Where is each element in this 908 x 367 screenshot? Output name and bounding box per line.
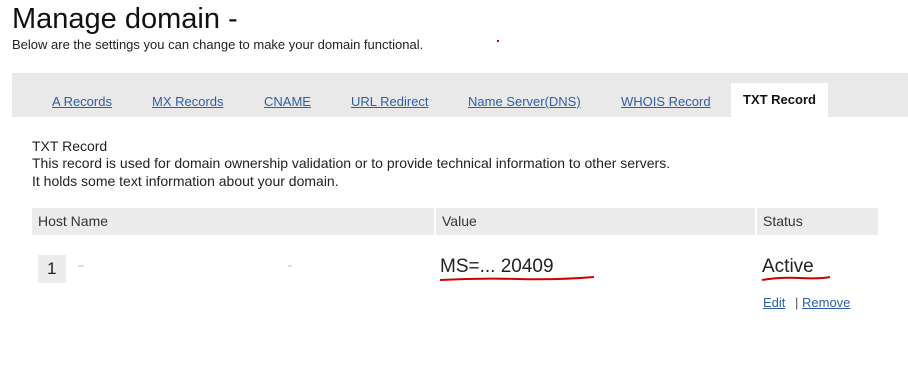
column-header-status: Status <box>757 208 878 235</box>
tab-whois-record[interactable]: WHOIS Record <box>621 94 711 110</box>
tab-url-redirect[interactable]: URL Redirect <box>351 94 429 110</box>
status-annotation-underline <box>761 276 831 281</box>
column-header-host-name: Host Name <box>32 208 434 235</box>
value-annotation-underline <box>439 276 595 281</box>
tab-mx-records[interactable]: MX Records <box>152 94 224 110</box>
edit-link[interactable]: Edit <box>763 295 785 311</box>
section-description-line-2: It holds some text information about you… <box>32 173 339 189</box>
redacted-host-name <box>78 265 84 267</box>
action-separator: | <box>795 295 799 310</box>
tab-txt-record[interactable]: TXT Record <box>731 83 828 117</box>
tab-a-records[interactable]: A Records <box>52 94 112 110</box>
annotation-dot <box>497 40 499 42</box>
page-subtitle: Below are the settings you can change to… <box>12 37 424 52</box>
redacted-host-name-fragment <box>288 265 292 267</box>
tab-name-server[interactable]: Name Server(DNS) <box>468 94 581 110</box>
tab-bar: A Records MX Records CNAME URL Redirect … <box>12 73 908 117</box>
column-header-value: Value <box>436 208 755 235</box>
section-description-line-1: This record is used for domain ownership… <box>32 155 671 171</box>
page: Manage domain - Below are the settings y… <box>0 0 908 367</box>
row-index: 1 <box>38 255 66 283</box>
table-header: Host Name Value Status <box>32 208 878 235</box>
tab-cname[interactable]: CNAME <box>264 94 311 110</box>
section-title: TXT Record <box>32 138 108 154</box>
page-title: Manage domain - <box>12 3 238 35</box>
remove-link[interactable]: Remove <box>802 295 850 311</box>
